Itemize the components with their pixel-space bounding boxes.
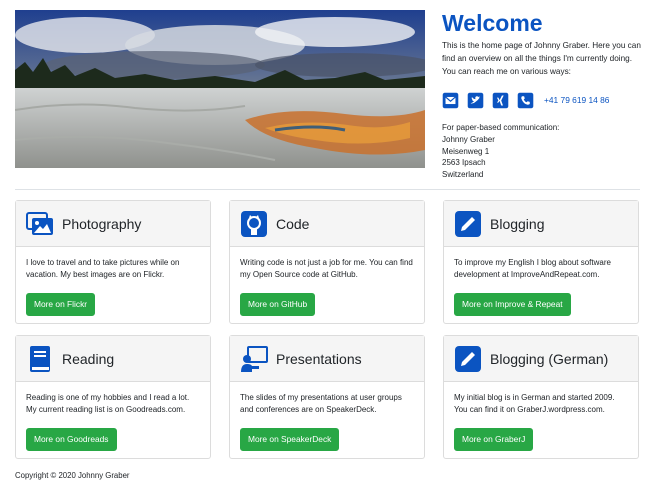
contact-links: +41 79 619 14 86 xyxy=(442,90,642,110)
card-header: Blogging xyxy=(444,201,638,247)
card-header: Photography xyxy=(16,201,210,247)
card-title: Blogging (German) xyxy=(490,350,609,367)
page-title: Welcome xyxy=(442,10,543,36)
card-text: The slides of my presentations at user g… xyxy=(240,393,402,414)
github-icon xyxy=(240,210,268,238)
card-header: Reading xyxy=(16,336,210,382)
card-title: Blogging xyxy=(490,215,545,232)
pen-square-icon xyxy=(454,345,482,373)
envelope-icon[interactable] xyxy=(442,92,459,109)
postal-address: For paper-based communication: Johnny Gr… xyxy=(442,122,642,181)
address-line: Johnny Graber xyxy=(442,134,495,144)
more-on-github-button[interactable]: More on GitHub xyxy=(240,293,316,316)
footer-copyright: Copyright © 2020 Johnny Graber xyxy=(15,471,130,480)
card-code: Code Writing code is not just a job for … xyxy=(229,200,425,324)
card-header: Presentations xyxy=(230,336,424,382)
card-body: My initial blog is in German and started… xyxy=(444,382,638,458)
xing-icon[interactable] xyxy=(492,92,509,109)
section-divider xyxy=(15,189,640,190)
card-text: To improve my English I blog about softw… xyxy=(454,258,611,279)
address-label: For paper-based communication: xyxy=(442,123,560,132)
card-title: Presentations xyxy=(276,350,362,367)
more-on-speakerdeck-button[interactable]: More on SpeakerDeck xyxy=(240,428,340,451)
card-text: My initial blog is in German and started… xyxy=(454,393,615,414)
more-on-graberj-button[interactable]: More on GraberJ xyxy=(454,428,534,451)
intro-description: This is the home page of Johnny Graber. … xyxy=(442,41,641,76)
card-header: Blogging (German) xyxy=(444,336,638,382)
hero-landscape-image xyxy=(15,10,425,168)
card-body: Reading is one of my hobbies and I read … xyxy=(16,382,210,458)
images-icon xyxy=(26,210,54,238)
card-text: Reading is one of my hobbies and I read … xyxy=(26,393,190,414)
presenter-icon xyxy=(240,345,268,373)
pen-square-icon xyxy=(454,210,482,238)
card-photography: Photography I love to travel and to take… xyxy=(15,200,211,324)
card-presentations: Presentations The slides of my presentat… xyxy=(229,335,425,459)
card-reading: Reading Reading is one of my hobbies and… xyxy=(15,335,211,459)
card-title: Code xyxy=(276,215,310,232)
address-line: 2563 Ipsach xyxy=(442,158,486,168)
intro-section: Welcome This is the home page of Johnny … xyxy=(442,10,642,181)
card-text: I love to travel and to take pictures wh… xyxy=(26,258,180,279)
card-blogging-german: Blogging (German) My initial blog is in … xyxy=(443,335,639,459)
card-title: Photography xyxy=(62,215,142,232)
more-on-goodreads-button[interactable]: More on Goodreads xyxy=(26,428,117,451)
book-icon xyxy=(26,345,54,373)
phone-number-link[interactable]: +41 79 619 14 86 xyxy=(544,95,609,105)
address-line: Meisenweg 1 xyxy=(442,146,490,156)
more-on-flickr-button[interactable]: More on Flickr xyxy=(26,293,96,316)
card-body: The slides of my presentations at user g… xyxy=(230,382,424,458)
card-text: Writing code is not just a job for me. Y… xyxy=(240,258,413,279)
more-on-improve-repeat-button[interactable]: More on Improve & Repeat xyxy=(454,293,571,316)
card-body: To improve my English I blog about softw… xyxy=(444,247,638,323)
card-body: I love to travel and to take pictures wh… xyxy=(16,247,210,323)
card-body: Writing code is not just a job for me. Y… xyxy=(230,247,424,323)
card-header: Code xyxy=(230,201,424,247)
address-line: Switzerland xyxy=(442,170,484,180)
card-title: Reading xyxy=(62,350,115,367)
card-blogging: Blogging To improve my English I blog ab… xyxy=(443,200,639,324)
twitter-icon[interactable] xyxy=(467,92,484,109)
phone-icon[interactable] xyxy=(517,92,534,109)
